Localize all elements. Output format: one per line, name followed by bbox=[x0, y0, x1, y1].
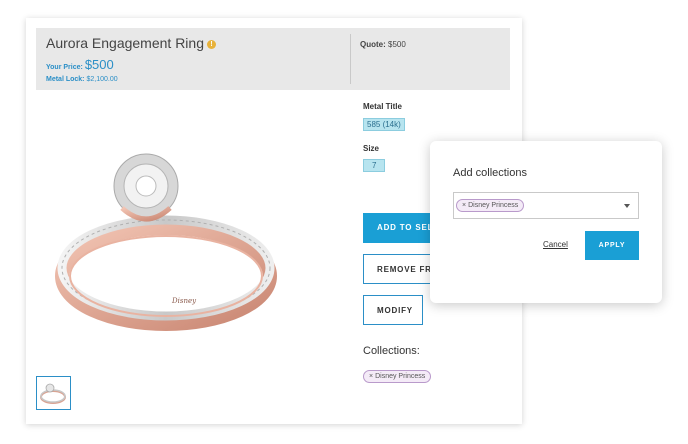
metal-lock-value: $2,100.00 bbox=[86, 76, 118, 83]
collections-heading: Collections: bbox=[363, 345, 420, 357]
metal-title-label: Metal Title bbox=[363, 102, 402, 111]
ring-image: Disney bbox=[55, 153, 277, 331]
remove-tag-icon[interactable]: × bbox=[369, 373, 373, 380]
size-label: Size bbox=[363, 144, 380, 153]
size-value[interactable]: 7 bbox=[363, 159, 386, 172]
collections-select[interactable]: × Disney Princess bbox=[453, 192, 639, 219]
apply-button[interactable]: APPLY bbox=[585, 231, 639, 260]
modify-button[interactable]: MODIFY bbox=[363, 295, 423, 325]
your-price-label: Your Price: bbox=[46, 64, 83, 71]
quote: Quote: $500 bbox=[360, 40, 406, 49]
selected-collection-tag: × Disney Princess bbox=[456, 199, 525, 212]
your-price-row: Your Price: $500 bbox=[46, 56, 114, 74]
ring-thumbnail-icon bbox=[40, 383, 66, 404]
quote-value: $500 bbox=[388, 40, 406, 49]
product-title-text: Aurora Engagement Ring bbox=[46, 35, 204, 51]
info-icon[interactable]: ! bbox=[207, 40, 216, 49]
quote-label: Quote: bbox=[360, 40, 386, 49]
thumbnail-ring[interactable] bbox=[36, 376, 71, 410]
remove-selected-tag-icon[interactable]: × bbox=[462, 202, 466, 209]
metal-lock-label: Metal Lock: bbox=[46, 76, 85, 83]
product-title: Aurora Engagement Ring! bbox=[46, 35, 216, 51]
svg-text:Disney: Disney bbox=[171, 297, 197, 305]
collection-tag-label: Disney Princess bbox=[375, 373, 426, 380]
metal-title-value[interactable]: 585 (14k) bbox=[363, 118, 405, 131]
collection-tag: × Disney Princess bbox=[363, 370, 432, 383]
selected-collection-label: Disney Princess bbox=[468, 202, 519, 209]
header-divider bbox=[350, 34, 351, 84]
cancel-link[interactable]: Cancel bbox=[543, 240, 568, 249]
chevron-down-icon[interactable] bbox=[624, 204, 630, 208]
add-collections-popup: Add collections × Disney Princess Cancel … bbox=[430, 141, 662, 303]
popup-title: Add collections bbox=[453, 167, 527, 179]
product-header: Aurora Engagement Ring! Your Price: $500 … bbox=[36, 28, 510, 90]
metal-lock-row: Metal Lock: $2,100.00 bbox=[46, 76, 118, 83]
your-price-value: $500 bbox=[84, 57, 114, 72]
